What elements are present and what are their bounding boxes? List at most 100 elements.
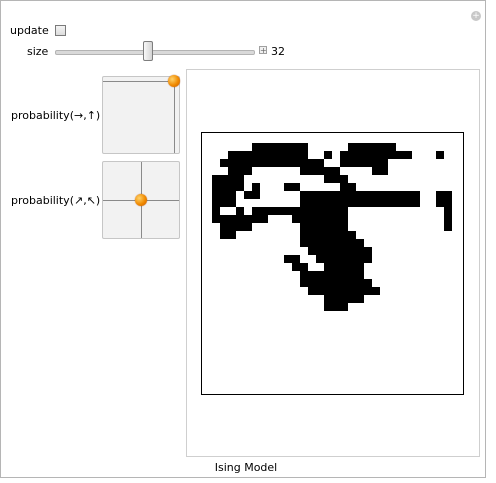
lattice-cell [292,207,300,215]
lattice-cell [308,159,316,167]
lattice-cell [236,215,244,223]
lattice-cell [228,231,236,239]
lattice-cell [260,159,268,167]
lattice-cell [276,143,284,151]
lattice-cell [252,183,260,191]
lattice-cell [332,191,340,199]
lattice-cell [284,183,292,191]
size-expand-icon[interactable]: + [259,46,267,55]
lattice-cell [340,295,348,303]
lattice-cell [340,175,348,183]
lattice-cell [228,223,236,231]
lattice-cell [316,167,324,175]
lattice-cell [356,295,364,303]
lattice-cell [228,175,236,183]
lattice-cell [316,207,324,215]
lattice-cell [284,159,292,167]
lattice-cell [396,191,404,199]
lattice-cell [332,231,340,239]
lattice-cell [244,167,252,175]
lattice-cell [404,191,412,199]
lattice-cell [300,191,308,199]
lattice-cell [284,151,292,159]
lattice-cell [412,191,420,199]
lattice-cell [348,151,356,159]
size-slider-thumb[interactable] [143,41,154,61]
lattice-cell [364,279,372,287]
lattice-cell [372,191,380,199]
lattice-cell [308,191,316,199]
lattice-cell [220,191,228,199]
lattice-cell [348,279,356,287]
lattice-cell [316,287,324,295]
lattice-cell [372,143,380,151]
lattice-cell [364,143,372,151]
prob2-locator-icon[interactable] [135,194,147,206]
lattice-cell [332,215,340,223]
lattice-cell [228,191,236,199]
lattice-cell [308,279,316,287]
lattice-cell [372,151,380,159]
lattice-cell [436,199,444,207]
prob1-locator-icon[interactable] [167,74,180,87]
lattice-cell [212,199,220,207]
lattice-cell [340,303,348,311]
lattice-cell [340,279,348,287]
lattice-cell [332,295,340,303]
lattice-cell [220,215,228,223]
lattice-cell [316,159,324,167]
lattice-cell [308,287,316,295]
lattice-cell [356,151,364,159]
lattice-cell [324,223,332,231]
lattice-cell [380,159,388,167]
lattice-cell [236,175,244,183]
lattice-cell [444,223,452,231]
lattice-cell [444,215,452,223]
lattice-cell [348,231,356,239]
lattice-cell [228,167,236,175]
lattice-cell [340,247,348,255]
add-options-icon[interactable]: + [471,11,481,21]
lattice-cell [356,159,364,167]
lattice-cell [228,215,236,223]
lattice-cell [356,143,364,151]
lattice-cell [388,151,396,159]
update-checkbox[interactable] [55,25,66,36]
lattice-cell [228,151,236,159]
lattice-cell [324,215,332,223]
lattice-cell [340,263,348,271]
lattice-cell [308,199,316,207]
lattice-cell [388,191,396,199]
lattice-cell [212,207,220,215]
lattice-cell [324,191,332,199]
prob1-vline [173,77,175,153]
size-slider-track[interactable] [55,50,255,55]
lattice-cell [364,199,372,207]
lattice-cell [300,167,308,175]
lattice-cell [300,279,308,287]
lattice-cell [292,263,300,271]
lattice-cell [324,207,332,215]
lattice-cell [292,143,300,151]
lattice-cell [340,215,348,223]
lattice-cell [308,239,316,247]
lattice-cell [284,143,292,151]
lattice-cell [300,199,308,207]
lattice-cell [300,239,308,247]
lattice-cell [292,151,300,159]
prob1-2d-slider[interactable] [102,74,180,154]
lattice-cell [324,295,332,303]
lattice-cell [284,207,292,215]
size-value: 32 [271,45,285,58]
lattice-cell [340,191,348,199]
lattice-cell [316,279,324,287]
lattice-cell [276,207,284,215]
lattice-cell [388,143,396,151]
lattice-cell [364,255,372,263]
lattice-cell [252,215,260,223]
lattice-cell [364,287,372,295]
lattice-cell [324,199,332,207]
prob2-2d-slider[interactable] [102,161,180,239]
lattice-cell [380,199,388,207]
lattice-cell [364,159,372,167]
